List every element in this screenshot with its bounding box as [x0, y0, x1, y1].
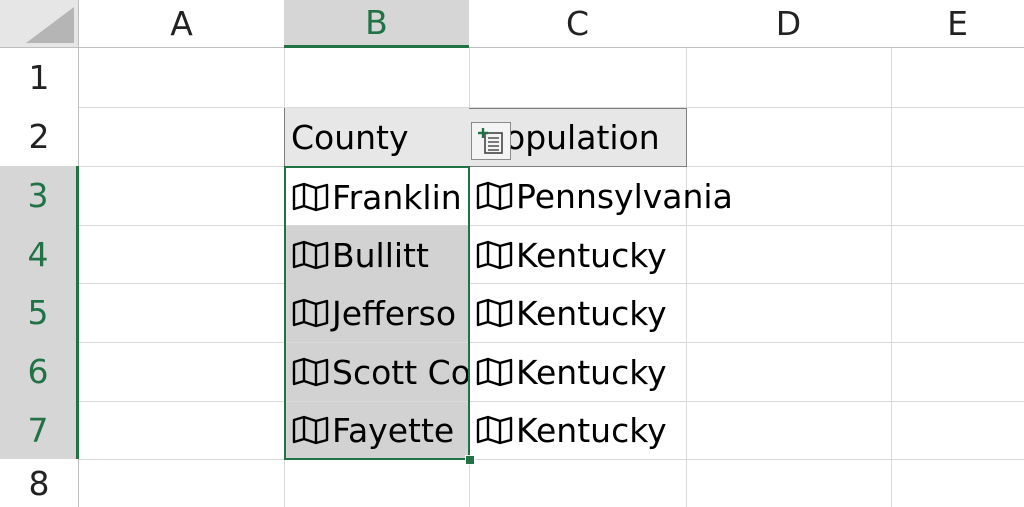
map-icon[interactable]	[476, 240, 514, 270]
map-icon[interactable]	[292, 298, 330, 328]
map-icon[interactable]	[476, 298, 514, 328]
cell-text: Pennsylvania	[516, 176, 733, 216]
cell-text: Fayette	[332, 410, 455, 450]
row-header-6[interactable]: 6	[0, 342, 79, 402]
map-icon[interactable]	[476, 181, 514, 211]
fill-handle[interactable]	[465, 455, 475, 465]
cell-b2[interactable]: County	[285, 108, 469, 166]
insert-data-icon	[476, 126, 506, 156]
cell-text: Kentucky	[516, 235, 667, 275]
cell-text: Franklin	[332, 177, 462, 217]
map-icon[interactable]	[292, 415, 330, 445]
row-header-3[interactable]: 3	[0, 166, 79, 226]
row-header-4[interactable]: 4	[0, 225, 79, 284]
cell-text: Scott Co	[332, 352, 469, 392]
gridline	[686, 0, 687, 507]
cell-c2[interactable]: opulation	[497, 108, 686, 166]
cell-b7[interactable]: Fayette	[286, 402, 469, 458]
cell-text: Jefferso	[332, 293, 457, 333]
column-header-b[interactable]: B	[284, 0, 470, 48]
cell-text: Kentucky	[516, 352, 667, 392]
select-all-button[interactable]	[0, 0, 79, 48]
gridline	[284, 0, 285, 507]
cell-text: County	[291, 117, 409, 157]
column-header-e[interactable]: E	[891, 0, 1024, 48]
cell-text: Kentucky	[516, 410, 667, 450]
cell-c4[interactable]: Kentucky	[470, 226, 686, 284]
cell-b6[interactable]: Scott Co	[286, 343, 469, 401]
cell-c3[interactable]: Pennsylvania	[470, 167, 733, 225]
cell-c6[interactable]: Kentucky	[470, 343, 686, 401]
insert-data-button[interactable]	[471, 122, 511, 160]
row-header-1[interactable]: 1	[0, 48, 79, 108]
map-icon[interactable]	[292, 240, 330, 270]
cell-b3[interactable]: Franklin	[286, 168, 469, 226]
spreadsheet-grid: A B C D E 1 2 3 4 5 6 7 8 County opulati…	[0, 0, 1024, 507]
map-icon[interactable]	[292, 182, 330, 212]
column-header-c[interactable]: C	[469, 0, 687, 48]
row-header-5[interactable]: 5	[0, 283, 79, 343]
cell-text: Kentucky	[516, 293, 667, 333]
column-header-d[interactable]: D	[686, 0, 892, 48]
cell-b4[interactable]: Bullitt	[286, 226, 469, 284]
gridline	[0, 459, 1024, 460]
select-all-triangle-icon	[26, 7, 74, 43]
cell-text: Bullitt	[332, 235, 429, 275]
row-header-7[interactable]: 7	[0, 401, 79, 460]
cell-c7[interactable]: Kentucky	[470, 402, 686, 458]
map-icon[interactable]	[292, 357, 330, 387]
map-icon[interactable]	[476, 415, 514, 445]
cell-c5[interactable]: Kentucky	[470, 284, 686, 342]
map-icon[interactable]	[476, 357, 514, 387]
gridline	[891, 0, 892, 507]
cell-text: opulation	[505, 117, 660, 157]
column-header-a[interactable]: A	[79, 0, 285, 48]
row-header-2[interactable]: 2	[0, 107, 79, 167]
cell-b5[interactable]: Jefferso	[286, 284, 469, 342]
row-header-8[interactable]: 8	[0, 459, 79, 507]
